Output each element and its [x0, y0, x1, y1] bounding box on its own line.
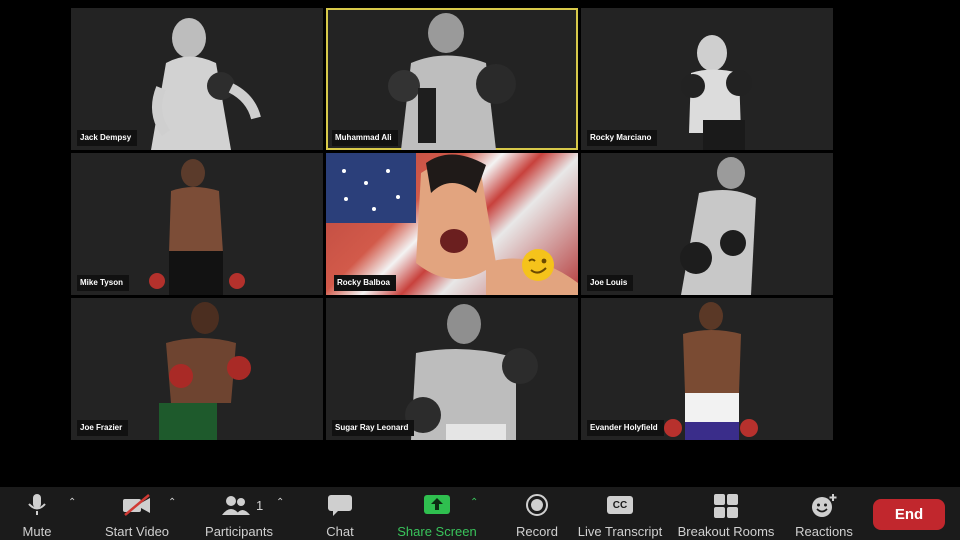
closed-captions-icon: CC [607, 496, 633, 514]
record-button[interactable]: Record [511, 487, 563, 540]
chat-button[interactable]: Chat [318, 487, 362, 540]
video-tile-rocky-marciano[interactable]: Rocky Marciano [581, 8, 833, 150]
share-options-chevron-up-icon[interactable]: ⌃ [470, 497, 478, 508]
record-icon [526, 494, 548, 516]
participants-icon [222, 496, 250, 515]
participants-count-badge: 1 [256, 498, 264, 513]
participants-label: Participants [205, 524, 273, 539]
participant-video-joe-frazier [159, 302, 251, 440]
participant-video-evander-holyfield [664, 302, 758, 440]
share-screen-button[interactable]: Share Screen [392, 487, 482, 540]
live-transcript-label: Live Transcript [577, 524, 663, 539]
breakout-rooms-button[interactable]: Breakout Rooms [678, 487, 774, 540]
participant-name-label: Mike Tyson [77, 275, 129, 291]
participants-options-chevron-up-icon[interactable]: ⌃ [276, 497, 284, 508]
reactions-label: Reactions [795, 524, 853, 539]
reactions-button[interactable]: Reactions [790, 487, 858, 540]
video-tile-muhammad-ali[interactable]: Muhammad Ali [326, 8, 578, 150]
record-label: Record [516, 524, 558, 539]
participant-video-joe-louis [680, 157, 756, 295]
mute-button[interactable]: Mute [13, 487, 61, 540]
live-transcript-button[interactable]: CC Live Transcript [572, 487, 668, 540]
video-tile-mike-tyson[interactable]: Mike Tyson [71, 153, 323, 295]
video-camera-off-icon [123, 494, 150, 516]
participant-name-label: Muhammad Ali [332, 130, 398, 146]
video-tile-jack-dempsy[interactable]: Jack Dempsy [71, 8, 323, 150]
video-tile-rocky-balboa[interactable]: Rocky Balboa [326, 153, 578, 295]
participant-name-label: Evander Holyfield [587, 420, 664, 436]
participant-video-mike-tyson [149, 159, 245, 295]
participant-video-jack-dempsy [151, 18, 261, 150]
microphone-icon [28, 494, 46, 515]
end-meeting-button[interactable]: End [873, 499, 945, 530]
mute-options-chevron-up-icon[interactable]: ⌃ [68, 497, 76, 508]
chat-bubble-icon [328, 495, 352, 516]
breakout-rooms-grid-icon [714, 494, 738, 518]
meeting-toolbar: Mute ⌃ Start Video ⌃ Participants 1 ⌃ Ch… [0, 487, 960, 540]
start-video-label: Start Video [104, 524, 170, 539]
participant-video-sugar-ray-leonard [405, 304, 538, 440]
breakout-rooms-label: Breakout Rooms [677, 524, 775, 539]
zoom-meeting-window: Jack Dempsy Muhammad Ali Rocky Marciano [0, 0, 960, 540]
participants-button[interactable]: Participants [198, 487, 280, 540]
video-tile-sugar-ray-leonard[interactable]: Sugar Ray Leonard [326, 298, 578, 440]
video-options-chevron-up-icon[interactable]: ⌃ [168, 497, 176, 508]
participant-name-label: Joe Frazier [77, 420, 129, 436]
participant-video-muhammad-ali [388, 13, 516, 150]
participant-name-label: Joe Louis [587, 275, 634, 291]
participant-video-rocky-marciano [681, 35, 752, 150]
participant-name-label: Sugar Ray Leonard [332, 420, 415, 436]
share-screen-arrow-up-icon [424, 495, 450, 514]
share-screen-label: Share Screen [397, 524, 477, 539]
winking-face-emoji-icon [522, 249, 554, 281]
video-tile-evander-holyfield[interactable]: Evander Holyfield [581, 298, 833, 440]
video-tile-joe-frazier[interactable]: Joe Frazier [71, 298, 323, 440]
mute-label: Mute [22, 524, 52, 539]
participant-name-label: Jack Dempsy [77, 130, 138, 146]
smiley-plus-icon [812, 494, 837, 517]
start-video-button[interactable]: Start Video [98, 487, 176, 540]
chat-label: Chat [326, 524, 354, 539]
video-grid: Jack Dempsy Muhammad Ali Rocky Marciano [71, 8, 833, 440]
video-tile-joe-louis[interactable]: Joe Louis [581, 153, 833, 295]
participant-name-label: Rocky Marciano [587, 130, 658, 146]
participant-name-label: Rocky Balboa [334, 275, 396, 291]
